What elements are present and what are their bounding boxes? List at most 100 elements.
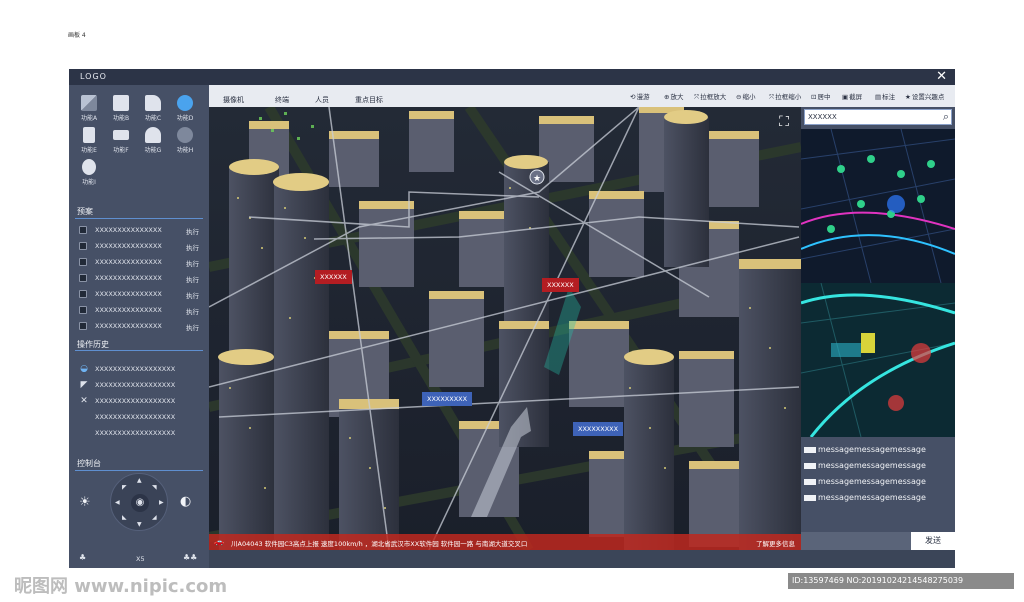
thumbnail-3d-overview[interactable] (801, 129, 955, 283)
center-button[interactable]: ⊡居中 (811, 91, 830, 101)
history-item[interactable]: XXXXXXXXXXXXXXXXXX (79, 410, 199, 424)
plan-item[interactable]: XXXXXXXXXXXXXXX 执行 (79, 287, 199, 301)
message-item[interactable]: messagemessagemessage (804, 461, 954, 475)
message-input[interactable] (801, 532, 911, 550)
zoom-out-icon: ⊖ (736, 93, 742, 101)
tab-key-target[interactable]: 重点目标 (355, 95, 383, 105)
plan-item[interactable]: XXXXXXXXXXXXXXX 执行 (79, 223, 199, 237)
plan-item[interactable]: XXXXXXXXXXXXXXX 执行 (79, 255, 199, 269)
message-icon (804, 494, 816, 501)
fullscreen-icon[interactable]: ⛶ (775, 113, 793, 131)
camera-icon (113, 130, 129, 140)
app-window: LOGO ✕ 功能A 功能B 功能C 功能D 功能E 功能F 功能G 功能H 功… (69, 69, 955, 568)
console-divider (75, 470, 203, 471)
execute-button[interactable]: 执行 (186, 274, 199, 284)
function-a[interactable]: 功能A (73, 95, 105, 127)
tab-camera[interactable]: 摄像机 (223, 95, 244, 105)
plan-item[interactable]: XXXXXXXXXXXXXXX 执行 (79, 239, 199, 253)
more-info-link[interactable]: 了解更多信息 (756, 538, 795, 548)
plan-icon (79, 242, 87, 250)
target-marker[interactable]: XXXXXXXXX (422, 392, 473, 406)
plan-item[interactable]: XXXXXXXXXXXXXXX 执行 (79, 303, 199, 317)
city-scene: ★ (209, 107, 801, 550)
function-label: 功能D (176, 115, 194, 122)
function-label: 功能B (112, 115, 130, 122)
plan-item[interactable]: XXXXXXXXXXXXXXX 执行 (79, 271, 199, 285)
zoom-out-tree-icon[interactable]: ♣ (79, 553, 86, 562)
users-icon (82, 159, 96, 175)
contrast-icon[interactable]: ◐ (180, 494, 191, 509)
function-i[interactable]: 功能I (73, 159, 105, 191)
thumbnail-3d-detail[interactable] (801, 283, 955, 437)
camera-icon[interactable]: ◉ (131, 494, 149, 512)
function-b[interactable]: 功能B (105, 95, 137, 127)
plan-item[interactable]: XXXXXXXXXXXXXXX 执行 (79, 319, 199, 333)
execute-button[interactable]: 执行 (186, 306, 199, 316)
message-text: messagemessagemessage (818, 493, 926, 502)
execute-button[interactable]: 执行 (186, 322, 199, 332)
camera-icon: ◤ (80, 380, 88, 390)
message-item[interactable]: messagemessagemessage (804, 445, 954, 459)
tool-label: 缩小 (742, 93, 756, 101)
alarm-marker[interactable]: XXXXXX (315, 270, 352, 284)
close-icon[interactable]: ✕ (936, 69, 947, 85)
function-d[interactable]: 功能D (169, 95, 201, 127)
annotation-button[interactable]: ▤标注 (875, 91, 895, 101)
zoom-in-tree-icon[interactable]: ♣♣ (183, 553, 197, 562)
city-3d-map[interactable]: ★ XXXXXX XXXXXX XXXXXXXXX XXXXXXXXX ⛶ (209, 107, 801, 550)
arrow-up-right-icon[interactable]: ◥ (152, 485, 157, 491)
function-c[interactable]: 功能C (137, 95, 169, 127)
zoom-out-button[interactable]: ⊖缩小 (736, 91, 755, 101)
ptz-joystick[interactable]: ▲ ▼ ◀ ▶ ◤ ◥ ◣ ◢ ◉ (110, 473, 168, 531)
execute-button[interactable]: 执行 (186, 290, 199, 300)
function-label: 功能I (82, 179, 96, 186)
screenshot-icon: ▣ (842, 93, 849, 101)
right-panel: ⌕ (801, 107, 955, 550)
roam-button[interactable]: ⟲漫游 (630, 91, 649, 101)
history-text: XXXXXXXXXXXXXXXXXX (95, 381, 176, 389)
box-zoom-in-button[interactable]: ⤧拉框放大 (694, 91, 726, 102)
plan-text: XXXXXXXXXXXXXXX (95, 258, 162, 266)
execute-button[interactable]: 执行 (186, 242, 199, 252)
dome-camera-icon: ◒ (80, 364, 88, 374)
history-text: XXXXXXXXXXXXXXXXXX (95, 365, 176, 373)
function-h[interactable]: 功能H (169, 127, 201, 159)
message-item[interactable]: messagemessagemessage (804, 493, 954, 507)
arrow-up-icon[interactable]: ▲ (137, 478, 142, 484)
plan-icon (79, 290, 87, 298)
function-e[interactable]: 功能E (73, 127, 105, 159)
poi-button[interactable]: ★设置兴趣点 (905, 91, 944, 101)
arrow-down-left-icon[interactable]: ◣ (122, 515, 127, 521)
svg-text:★: ★ (533, 174, 541, 184)
execute-button[interactable]: 执行 (186, 226, 199, 236)
message-item[interactable]: messagemessagemessage (804, 477, 954, 491)
screenshot-button[interactable]: ▣截屏 (842, 91, 862, 101)
tool-label: 居中 (817, 93, 831, 101)
history-item[interactable]: ◤ XXXXXXXXXXXXXXXXXX (79, 378, 199, 392)
execute-button[interactable]: 执行 (186, 258, 199, 268)
function-f[interactable]: 功能F (105, 127, 137, 159)
tab-personnel[interactable]: 人员 (315, 95, 329, 105)
history-item[interactable]: ✕ XXXXXXXXXXXXXXXXXX (79, 394, 199, 408)
target-marker[interactable]: XXXXXXXXX (573, 422, 624, 436)
arrow-down-icon[interactable]: ▼ (137, 522, 142, 528)
search-input[interactable] (808, 111, 932, 123)
tab-terminal[interactable]: 终端 (275, 95, 289, 105)
arrow-left-icon[interactable]: ◀ (115, 500, 120, 506)
alarm-marker[interactable]: XXXXXX (542, 278, 579, 292)
send-button[interactable]: 发送 (911, 532, 955, 550)
arrow-up-left-icon[interactable]: ◤ (122, 485, 127, 491)
search-icon[interactable]: ⌕ (943, 110, 949, 124)
tool-label: 截屏 (849, 93, 863, 101)
history-item[interactable]: ◒ XXXXXXXXXXXXXXXXXX (79, 362, 199, 376)
tool-label: 设置兴趣点 (911, 93, 945, 101)
box-zoom-out-button[interactable]: ⤧拉框缩小 (769, 91, 801, 102)
center-icon: ⊡ (811, 93, 817, 101)
function-g[interactable]: 功能G (137, 127, 169, 159)
zoom-in-button[interactable]: ⊕放大 (664, 91, 683, 101)
arrow-right-icon[interactable]: ▶ (159, 500, 164, 506)
arrow-down-right-icon[interactable]: ◢ (152, 515, 157, 521)
history-item[interactable]: XXXXXXXXXXXXXXXXXX (79, 426, 199, 440)
console-title: 控制台 (77, 459, 101, 468)
brightness-icon[interactable]: ☀ (79, 495, 91, 510)
